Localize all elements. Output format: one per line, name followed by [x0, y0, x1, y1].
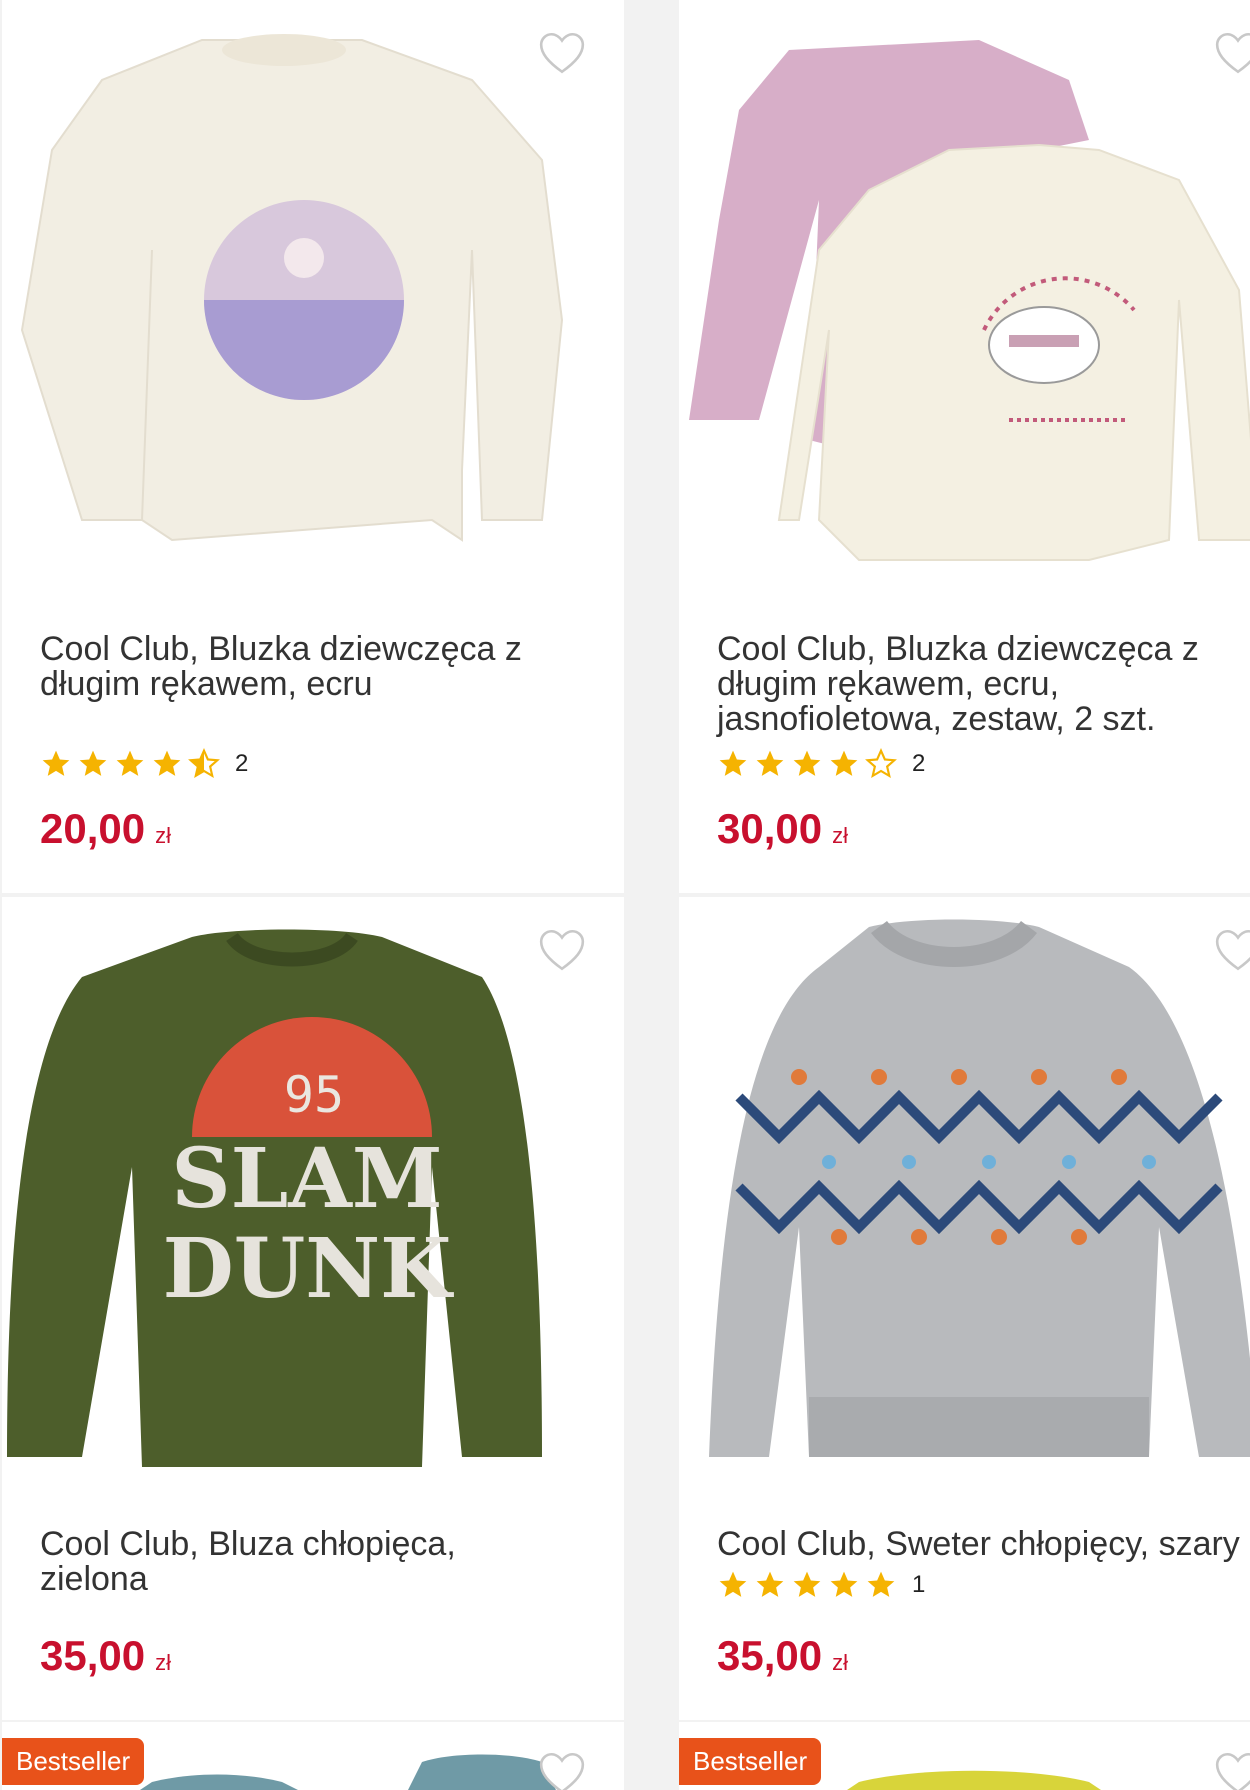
- product-card[interactable]: 95 SLAM DUNK Cool Club, Bluza chłopięca,…: [2, 897, 624, 1720]
- product-price: 30,00 zł: [717, 805, 848, 852]
- product-image[interactable]: 95 SLAM DUNK: [2, 897, 624, 1492]
- favorite-heart-icon[interactable]: [537, 927, 587, 973]
- product-rating: 2: [40, 748, 248, 780]
- rating-count: 2: [235, 750, 249, 777]
- star-icon: [114, 748, 146, 780]
- product-rating: 1: [717, 1569, 925, 1601]
- product-image[interactable]: [679, 0, 1250, 575]
- product-price: 35,00 zł: [40, 1632, 171, 1679]
- star-icon: [754, 1569, 786, 1601]
- favorite-heart-icon[interactable]: [1213, 1750, 1250, 1790]
- star-icon: [754, 748, 786, 780]
- favorite-heart-icon[interactable]: [1213, 30, 1250, 76]
- rating-count: 2: [912, 750, 926, 777]
- bestseller-badge: Bestseller: [2, 1738, 145, 1785]
- product-card[interactable]: Bestseller: [679, 1722, 1250, 1790]
- product-card[interactable]: Cool Club, Sweter chłopięcy, szary 1 35,…: [679, 897, 1250, 1720]
- print-number: 95: [284, 1066, 344, 1124]
- star-half-icon: [188, 748, 220, 780]
- rating-count: 1: [912, 1571, 926, 1598]
- star-icon: [151, 748, 183, 780]
- product-price: 35,00 zł: [717, 1632, 848, 1679]
- star-icon: [40, 748, 72, 780]
- star-empty-icon: [865, 748, 897, 780]
- product-grid: Cool Club, Bluzka dziewczęca z długim rę…: [0, 0, 1250, 1790]
- product-price: 20,00 zł: [40, 805, 171, 852]
- product-title[interactable]: Cool Club, Bluzka dziewczęca z długim rę…: [717, 632, 1250, 737]
- product-card[interactable]: Cool Club, Bluzka dziewczęca z długim rę…: [679, 0, 1250, 893]
- star-icon: [77, 748, 109, 780]
- bestseller-badge: Bestseller: [679, 1738, 822, 1785]
- print-line2: DUNK: [163, 1221, 455, 1317]
- favorite-heart-icon[interactable]: [537, 30, 587, 76]
- favorite-heart-icon[interactable]: [1213, 927, 1250, 973]
- print-line1: SLAM: [171, 1131, 442, 1227]
- product-rating: 2: [717, 748, 925, 780]
- product-card[interactable]: Bestseller: [2, 1722, 624, 1790]
- product-image[interactable]: [679, 897, 1250, 1492]
- star-icon: [791, 1569, 823, 1601]
- star-icon: [828, 1569, 860, 1601]
- product-title[interactable]: Cool Club, Bluzka dziewczęca z długim rę…: [40, 632, 570, 702]
- product-image[interactable]: [2, 0, 624, 565]
- star-icon: [828, 748, 860, 780]
- product-title[interactable]: Cool Club, Sweter chłopięcy, szary: [717, 1527, 1250, 1562]
- product-title[interactable]: Cool Club, Bluza chłopięca, zielona: [40, 1527, 570, 1597]
- star-icon: [717, 748, 749, 780]
- star-icon: [791, 748, 823, 780]
- star-icon: [865, 1569, 897, 1601]
- product-card[interactable]: Cool Club, Bluzka dziewczęca z długim rę…: [2, 0, 624, 893]
- star-icon: [717, 1569, 749, 1601]
- favorite-heart-icon[interactable]: [537, 1750, 587, 1790]
